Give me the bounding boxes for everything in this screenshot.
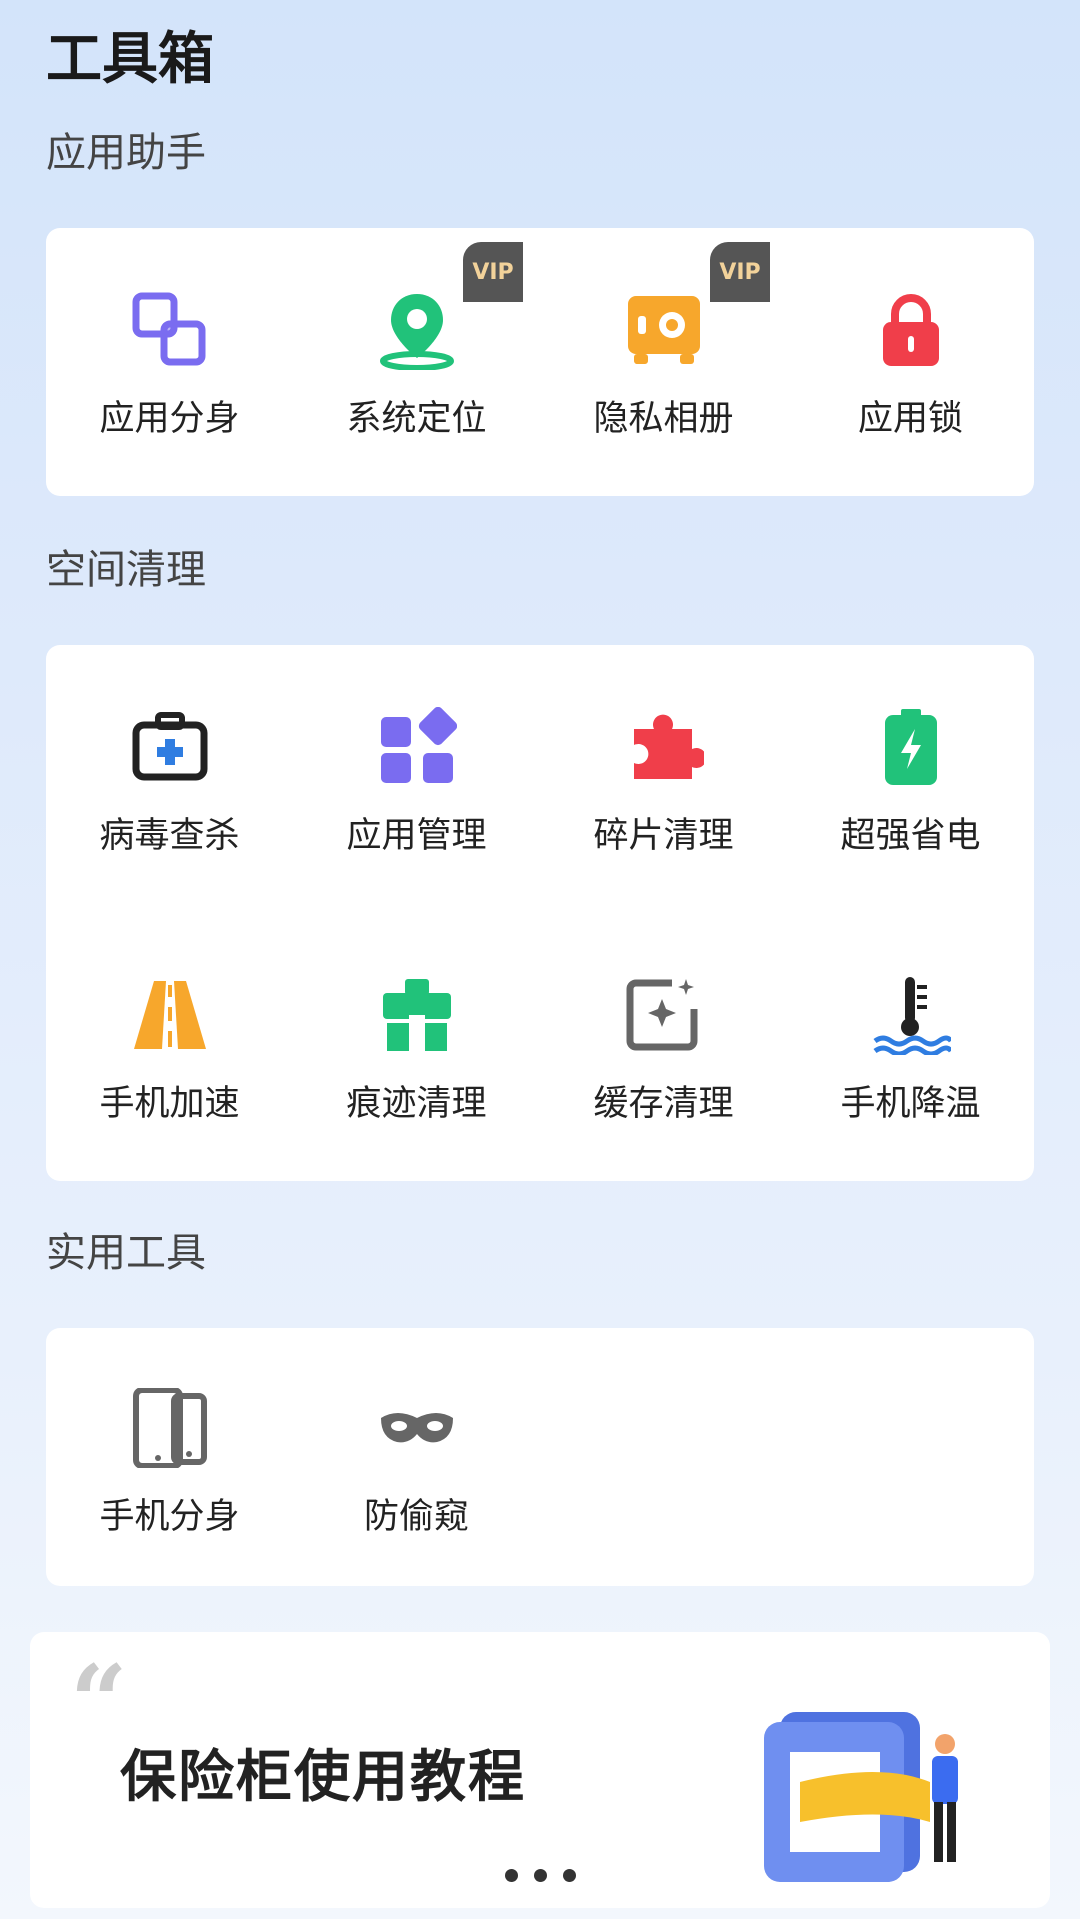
section-title-app-assistant: 应用助手 <box>46 130 206 176</box>
tool-phone-boost[interactable]: 手机加速 <box>46 975 293 1126</box>
tool-label: 手机分身 <box>99 1497 240 1537</box>
tool-label: 手机加速 <box>99 1084 240 1124</box>
tool-label: 隐私相册 <box>593 399 734 439</box>
carousel-dots[interactable] <box>30 1867 1050 1886</box>
card-utilities: 手机分身 防偷窥 <box>46 1328 1034 1586</box>
tool-app-manage[interactable]: 应用管理 <box>293 707 540 858</box>
carousel-dot[interactable] <box>533 1869 547 1882</box>
toolbox-icon <box>382 979 451 1051</box>
section-title-utilities: 实用工具 <box>46 1230 206 1276</box>
banner-title: 保险柜使用教程 <box>120 1745 526 1810</box>
lock-icon <box>882 294 939 366</box>
card-app-assistant: 应用分身 系统定位 VIP 隐私相册 VIP 应用锁 <box>46 228 1034 496</box>
tool-virus-scan[interactable]: 病毒查杀 <box>46 707 293 858</box>
tool-system-location[interactable]: 系统定位 <box>293 290 540 441</box>
tool-label: 碎片清理 <box>593 816 734 856</box>
vip-badge: VIP <box>710 242 770 302</box>
tool-label: 应用管理 <box>346 816 487 856</box>
tool-label: 病毒查杀 <box>99 816 240 856</box>
puzzle-icon <box>633 714 704 779</box>
medkit-icon <box>132 712 207 781</box>
tool-label: 痕迹清理 <box>346 1084 487 1124</box>
carousel-dot[interactable] <box>504 1869 518 1882</box>
tool-label: 手机降温 <box>840 1084 981 1124</box>
tool-label: 系统定位 <box>346 399 487 439</box>
tool-label: 防偷窥 <box>363 1497 469 1537</box>
tool-label: 超强省电 <box>840 816 981 856</box>
tool-power-save[interactable]: 超强省电 <box>787 707 1034 858</box>
tool-trace-clean[interactable]: 痕迹清理 <box>293 975 540 1126</box>
tool-anti-peep[interactable]: 防偷窥 <box>293 1388 540 1539</box>
section-title-space-cleanup: 空间清理 <box>46 547 206 593</box>
private-album-icon <box>627 296 700 364</box>
tool-label: 应用分身 <box>99 399 240 439</box>
tool-fragment-clean[interactable]: 碎片清理 <box>540 707 787 858</box>
thermometer-icon <box>873 977 951 1055</box>
tool-phone-clone[interactable]: 手机分身 <box>46 1388 293 1539</box>
battery-icon <box>884 709 937 785</box>
tool-phone-cool[interactable]: 手机降温 <box>787 975 1034 1126</box>
sparkle-frame-icon <box>626 979 697 1051</box>
tool-label: 应用锁 <box>857 399 963 439</box>
card-space-cleanup: 病毒查杀 应用管理 碎片清理 超强省电 手机加速 痕迹清理 缓存清理 手机降温 <box>46 645 1034 1181</box>
road-icon <box>133 981 206 1049</box>
location-pin-icon <box>379 294 454 370</box>
tutorial-banner[interactable]: “ 保险柜使用教程 <box>30 1632 1050 1908</box>
dual-phone-icon <box>132 1388 207 1468</box>
app-grid-icon <box>380 707 457 783</box>
tool-private-album[interactable]: 隐私相册 <box>540 290 787 441</box>
tool-app-clone[interactable]: 应用分身 <box>46 290 293 441</box>
mask-icon <box>380 1413 453 1443</box>
quote-mark: “ <box>70 1643 128 1761</box>
vip-badge: VIP <box>463 242 523 302</box>
tool-cache-clean[interactable]: 缓存清理 <box>540 975 787 1126</box>
tool-label: 缓存清理 <box>593 1084 734 1124</box>
app-clone-icon <box>132 292 205 366</box>
tool-app-lock[interactable]: 应用锁 <box>787 290 1034 441</box>
page-title: 工具箱 <box>46 27 214 92</box>
carousel-dot[interactable] <box>562 1869 576 1882</box>
